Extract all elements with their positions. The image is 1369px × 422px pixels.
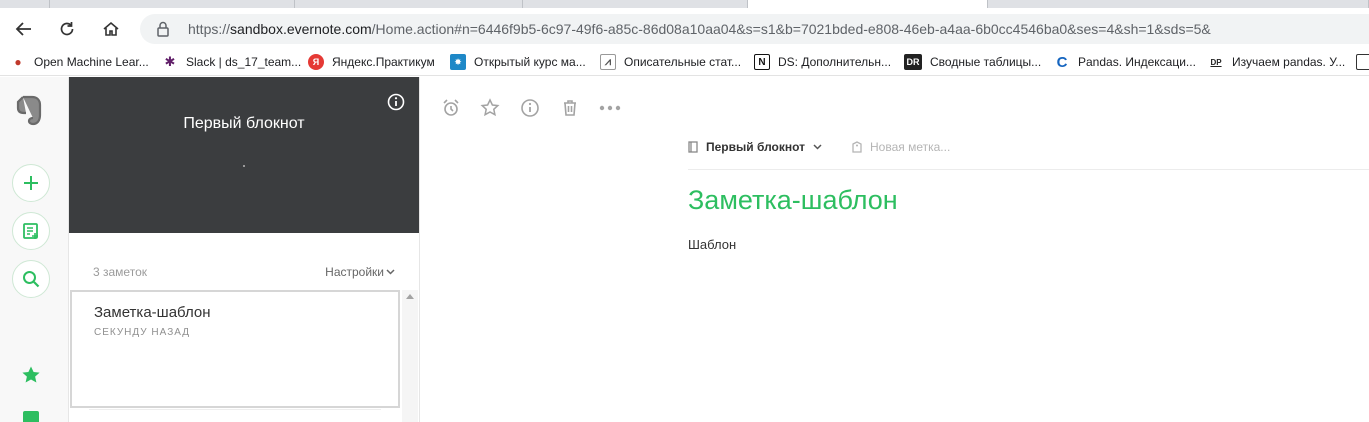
c-icon: C <box>1054 54 1070 71</box>
bookmark-item[interactable]: N DS: Дополнительн... <box>754 53 891 71</box>
url-path: /Home.action#n=6446f9b5-6c97-49f6-a85c-8… <box>371 21 1211 37</box>
settings-dropdown[interactable]: Настройки <box>325 265 395 279</box>
bookmark-label: Pandas. Индексаци... <box>1078 55 1196 69</box>
browser-tab-active[interactable] <box>748 0 988 8</box>
left-rail <box>0 77 69 422</box>
bookmark-label: Open Machine Lear... <box>34 55 149 69</box>
notes-meta-row: 3 заметок Настройки <box>69 265 419 281</box>
lock-icon[interactable] <box>156 21 170 37</box>
note-editor: Первый блокнот Новая метка... Заметка-ша… <box>420 77 1369 422</box>
trash-icon <box>564 100 576 116</box>
delete-button[interactable] <box>559 97 581 119</box>
notebook-icon <box>688 141 698 153</box>
new-template-button[interactable] <box>12 212 50 250</box>
bookmark-item[interactable] <box>1356 53 1369 71</box>
note-meta-row: Первый блокнот Новая метка... <box>688 139 950 155</box>
url-scheme: https:// <box>188 21 231 37</box>
bookmark-label: Slack | ds_17_team... <box>186 55 302 69</box>
dr-icon: DR <box>904 54 922 70</box>
browser-tab[interactable] <box>523 0 748 8</box>
search-button[interactable] <box>12 260 50 298</box>
chevron-down-icon <box>386 269 395 275</box>
star-icon <box>480 98 500 117</box>
header-dot <box>243 165 245 167</box>
divider <box>688 169 1369 170</box>
notes-list-panel: Первый блокнот 3 заметок Настройки Замет… <box>69 77 420 422</box>
bookmark-label: Изучаем pandas. У... <box>1232 55 1346 69</box>
plus-icon <box>24 176 38 190</box>
note-template-icon <box>23 223 38 239</box>
note-timestamp: СЕКУНДУ НАЗАД <box>94 327 191 338</box>
slack-icon: ✱ <box>162 54 178 70</box>
note-title: Заметка-шаблон <box>94 304 211 321</box>
shortcuts-star-icon[interactable] <box>21 365 41 385</box>
back-arrow-icon <box>15 22 31 36</box>
info-icon <box>521 99 539 117</box>
tag-input[interactable]: Новая метка... <box>852 140 972 154</box>
bookmark-item[interactable]: ✸ Открытый курс ма... <box>450 53 586 71</box>
search-icon <box>23 271 40 288</box>
chevron-down-icon <box>813 144 822 150</box>
list-item[interactable]: Заметка-шаблон СЕКУНДУ НАЗАД <box>70 290 400 408</box>
bookmark-item[interactable]: DP Изучаем pandas. У... <box>1208 53 1345 71</box>
reload-button[interactable] <box>52 14 82 44</box>
ods-icon: ● <box>10 54 26 70</box>
scrollbar[interactable] <box>402 290 418 422</box>
notion-icon: N <box>754 54 770 70</box>
tab-strip <box>0 0 1369 8</box>
bookmark-item[interactable]: ✱ Slack | ds_17_team... <box>162 53 301 71</box>
browser-tab[interactable] <box>0 0 50 8</box>
list-item[interactable] <box>89 409 381 422</box>
note-body-field[interactable]: Шаблон <box>688 237 736 252</box>
bookmark-item[interactable]: Я Яндекс.Практикум <box>308 53 435 71</box>
settings-label: Настройки <box>325 265 384 279</box>
notebook-title: Первый блокнот <box>183 115 305 132</box>
alarm-clock-icon <box>443 99 459 116</box>
shortcut-button[interactable] <box>479 97 501 119</box>
url-host: sandbox.evernote.com <box>230 21 372 37</box>
tag-placeholder: Новая метка... <box>870 140 951 154</box>
bookmark-item[interactable]: ● Open Machine Lear... <box>10 53 149 71</box>
scroll-up-icon[interactable] <box>406 294 414 299</box>
bookmark-item[interactable]: C Pandas. Индексаци... <box>1054 53 1196 71</box>
home-icon <box>103 21 119 36</box>
notes-icon[interactable] <box>23 411 39 422</box>
browser-tab[interactable] <box>988 0 1369 8</box>
bookmark-label: Открытый курс ма... <box>474 55 586 69</box>
address-bar[interactable]: https://sandbox.evernote.com/Home.action… <box>140 14 1369 44</box>
browser-tab[interactable] <box>50 0 295 8</box>
bookmark-label: Описательные стат... <box>624 55 742 69</box>
dp-icon: DP <box>1208 54 1224 70</box>
tag-icon <box>852 141 862 153</box>
new-note-button[interactable] <box>12 164 50 202</box>
folder-icon <box>1356 54 1369 70</box>
bookmark-label: Яндекс.Практикум <box>332 55 435 69</box>
notes-count: 3 заметок <box>93 265 147 279</box>
url-text[interactable]: https://sandbox.evernote.com/Home.action… <box>188 21 1211 37</box>
back-button[interactable] <box>9 14 39 44</box>
bookmark-label: DS: Дополнительн... <box>778 55 892 69</box>
bookmark-item[interactable]: ⩘ Описательные стат... <box>600 53 741 71</box>
evernote-logo-icon[interactable] <box>16 93 44 127</box>
stats-icon: ⩘ <box>600 54 616 70</box>
evernote-app: Первый блокнот 3 заметок Настройки Замет… <box>0 77 1369 422</box>
notebook-selector[interactable]: Первый блокнот <box>688 140 822 154</box>
bookmarks-bar: ● Open Machine Lear... ✱ Slack | ds_17_tea… <box>0 48 1369 76</box>
more-actions-button[interactable] <box>599 97 621 119</box>
note-title-field[interactable]: Заметка-шаблон <box>688 185 898 216</box>
notebook-selector-label: Первый блокнот <box>706 140 806 154</box>
reload-icon <box>60 22 74 36</box>
bookmark-item[interactable]: DR Сводные таблицы... <box>904 53 1041 71</box>
info-icon[interactable] <box>387 93 405 111</box>
ods-course-icon: ✸ <box>450 54 466 70</box>
more-dots-icon <box>599 105 621 111</box>
note-info-button[interactable] <box>519 97 541 119</box>
browser-tab[interactable] <box>295 0 523 8</box>
reminder-button[interactable] <box>440 97 462 119</box>
bookmark-label: Сводные таблицы... <box>930 55 1042 69</box>
yandex-icon: Я <box>308 54 324 70</box>
browser-toolbar: https://sandbox.evernote.com/Home.action… <box>0 8 1369 48</box>
home-button[interactable] <box>96 14 126 44</box>
notebook-header: Первый блокнот <box>69 77 419 233</box>
